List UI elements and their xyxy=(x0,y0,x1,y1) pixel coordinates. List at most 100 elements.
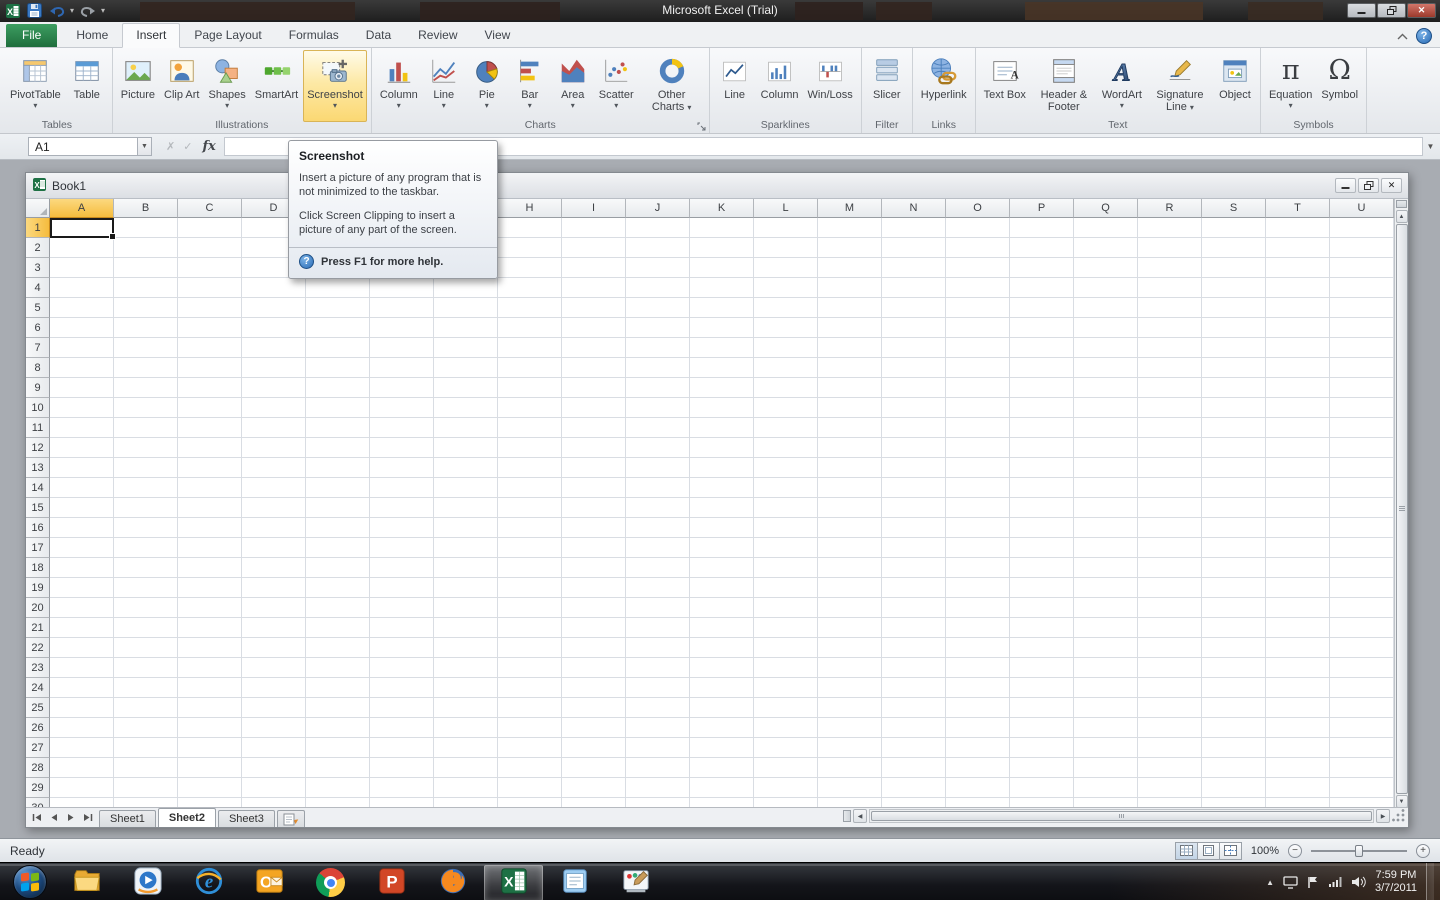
smartart-button[interactable]: SmartArt xyxy=(251,50,302,122)
row-header-24[interactable]: 24 xyxy=(26,678,50,698)
row-header-5[interactable]: 5 xyxy=(26,298,50,318)
row-header-4[interactable]: 4 xyxy=(26,278,50,298)
previous-sheet-icon[interactable] xyxy=(46,810,61,825)
header-footer-button[interactable]: Header & Footer xyxy=(1031,50,1097,122)
taskbar-firefox[interactable] xyxy=(423,865,482,900)
column-header-h[interactable]: H xyxy=(498,199,562,218)
picture-button[interactable]: Picture xyxy=(117,50,159,122)
workbook-close-icon[interactable]: ✕ xyxy=(1381,178,1402,193)
column-header-k[interactable]: K xyxy=(690,199,754,218)
wordart-button[interactable]: AWordArt▾ xyxy=(1098,50,1146,122)
taskbar-clock[interactable]: 7:59 PM 3/7/2011 xyxy=(1375,869,1417,895)
column-header-u[interactable]: U xyxy=(1330,199,1394,218)
normal-view-icon[interactable] xyxy=(1175,842,1198,860)
active-cell-a1[interactable] xyxy=(50,218,114,238)
screenshot-button[interactable]: Screenshot▾ xyxy=(303,50,367,122)
column-header-t[interactable]: T xyxy=(1266,199,1330,218)
row-header-27[interactable]: 27 xyxy=(26,738,50,758)
tab-insert[interactable]: Insert xyxy=(122,23,180,48)
row-header-1[interactable]: 1 xyxy=(26,218,50,238)
taskbar-journal[interactable] xyxy=(545,865,604,900)
row-header-8[interactable]: 8 xyxy=(26,358,50,378)
table-button[interactable]: Table xyxy=(66,50,108,122)
tab-file[interactable]: File xyxy=(6,24,57,47)
column-button[interactable]: Column▾ xyxy=(376,50,422,122)
hyperlink-button[interactable]: Hyperlink xyxy=(917,50,971,122)
column-header-p[interactable]: P xyxy=(1010,199,1074,218)
column-header-a[interactable]: A xyxy=(50,199,114,218)
name-box-dropdown-icon[interactable]: ▼ xyxy=(138,137,152,156)
row-header-7[interactable]: 7 xyxy=(26,338,50,358)
scroll-up-icon[interactable]: ▲ xyxy=(1396,210,1408,223)
pie-button[interactable]: Pie▾ xyxy=(466,50,508,122)
taskbar-media-player[interactable] xyxy=(118,865,177,900)
first-sheet-icon[interactable] xyxy=(29,810,44,825)
win-loss-button[interactable]: Win/Loss xyxy=(804,50,857,122)
resize-grip[interactable] xyxy=(1392,809,1406,823)
pivottable-button[interactable]: PivotTable▾ xyxy=(6,50,65,122)
tab-page-layout[interactable]: Page Layout xyxy=(181,24,274,47)
taskbar-powerpoint[interactable]: P xyxy=(362,865,421,900)
tab-home[interactable]: Home xyxy=(63,24,121,47)
select-all-corner[interactable] xyxy=(26,199,50,218)
volume-icon[interactable] xyxy=(1351,876,1366,888)
scroll-left-icon[interactable]: ◀ xyxy=(853,809,867,823)
network-icon[interactable] xyxy=(1328,876,1342,888)
row-header-9[interactable]: 9 xyxy=(26,378,50,398)
taskbar-outlook[interactable]: O xyxy=(240,865,299,900)
start-button[interactable] xyxy=(8,864,52,900)
scroll-right-icon[interactable]: ▶ xyxy=(1376,809,1390,823)
column-header-r[interactable]: R xyxy=(1138,199,1202,218)
row-header-12[interactable]: 12 xyxy=(26,438,50,458)
row-header-28[interactable]: 28 xyxy=(26,758,50,778)
line-button[interactable]: Line xyxy=(714,50,756,122)
taskbar-paint[interactable] xyxy=(606,865,665,900)
row-header-19[interactable]: 19 xyxy=(26,578,50,598)
close-window-icon[interactable]: ✕ xyxy=(1407,3,1436,18)
vertical-split-handle[interactable] xyxy=(1396,200,1407,208)
sheet-tab-sheet1[interactable]: Sheet1 xyxy=(99,810,156,827)
other-charts-button[interactable]: Other Charts ▾ xyxy=(639,50,705,122)
row-header-17[interactable]: 17 xyxy=(26,538,50,558)
tab-review[interactable]: Review xyxy=(405,24,470,47)
column-header-s[interactable]: S xyxy=(1202,199,1266,218)
column-header-o[interactable]: O xyxy=(946,199,1010,218)
vertical-scrollbar[interactable]: ▲ ▼ xyxy=(1394,199,1408,809)
row-header-22[interactable]: 22 xyxy=(26,638,50,658)
taskbar-windows-explorer[interactable] xyxy=(57,865,116,900)
expand-formula-bar-icon[interactable]: ▼ xyxy=(1423,137,1438,156)
zoom-level[interactable]: 100% xyxy=(1251,845,1279,857)
page-break-view-icon[interactable] xyxy=(1219,842,1242,860)
name-box[interactable]: A1 xyxy=(28,137,138,156)
bar-button[interactable]: Bar▾ xyxy=(509,50,551,122)
dialog-launcher-icon[interactable] xyxy=(697,121,707,131)
text-box-button[interactable]: AText Box xyxy=(980,50,1030,122)
row-header-10[interactable]: 10 xyxy=(26,398,50,418)
row-header-3[interactable]: 3 xyxy=(26,258,50,278)
show-desktop-button[interactable] xyxy=(1426,863,1434,900)
minimize-ribbon-icon[interactable] xyxy=(1397,29,1408,43)
sheet-tab-sheet3[interactable]: Sheet3 xyxy=(218,810,275,827)
column-header-b[interactable]: B xyxy=(114,199,178,218)
action-center-flag-icon[interactable] xyxy=(1307,876,1319,889)
row-header-26[interactable]: 26 xyxy=(26,718,50,738)
row-header-2[interactable]: 2 xyxy=(26,238,50,258)
column-header-q[interactable]: Q xyxy=(1074,199,1138,218)
object-button[interactable]: Object xyxy=(1214,50,1256,122)
insert-worksheet-icon[interactable] xyxy=(277,810,305,827)
column-header-j[interactable]: J xyxy=(626,199,690,218)
row-header-15[interactable]: 15 xyxy=(26,498,50,518)
horizontal-split-handle[interactable] xyxy=(843,810,851,822)
workbook-titlebar[interactable]: X Book1 ✕ xyxy=(26,173,1408,199)
page-layout-view-icon[interactable] xyxy=(1197,842,1220,860)
row-header-25[interactable]: 25 xyxy=(26,698,50,718)
shapes-button[interactable]: Shapes▾ xyxy=(204,50,249,122)
sheet-tab-sheet2[interactable]: Sheet2 xyxy=(158,808,216,827)
row-header-11[interactable]: 11 xyxy=(26,418,50,438)
insert-function-icon[interactable]: fx xyxy=(202,139,215,154)
next-sheet-icon[interactable] xyxy=(63,810,78,825)
taskbar-excel[interactable]: X xyxy=(484,865,543,900)
row-header-14[interactable]: 14 xyxy=(26,478,50,498)
spreadsheet-grid[interactable] xyxy=(50,218,1394,809)
last-sheet-icon[interactable] xyxy=(80,810,95,825)
